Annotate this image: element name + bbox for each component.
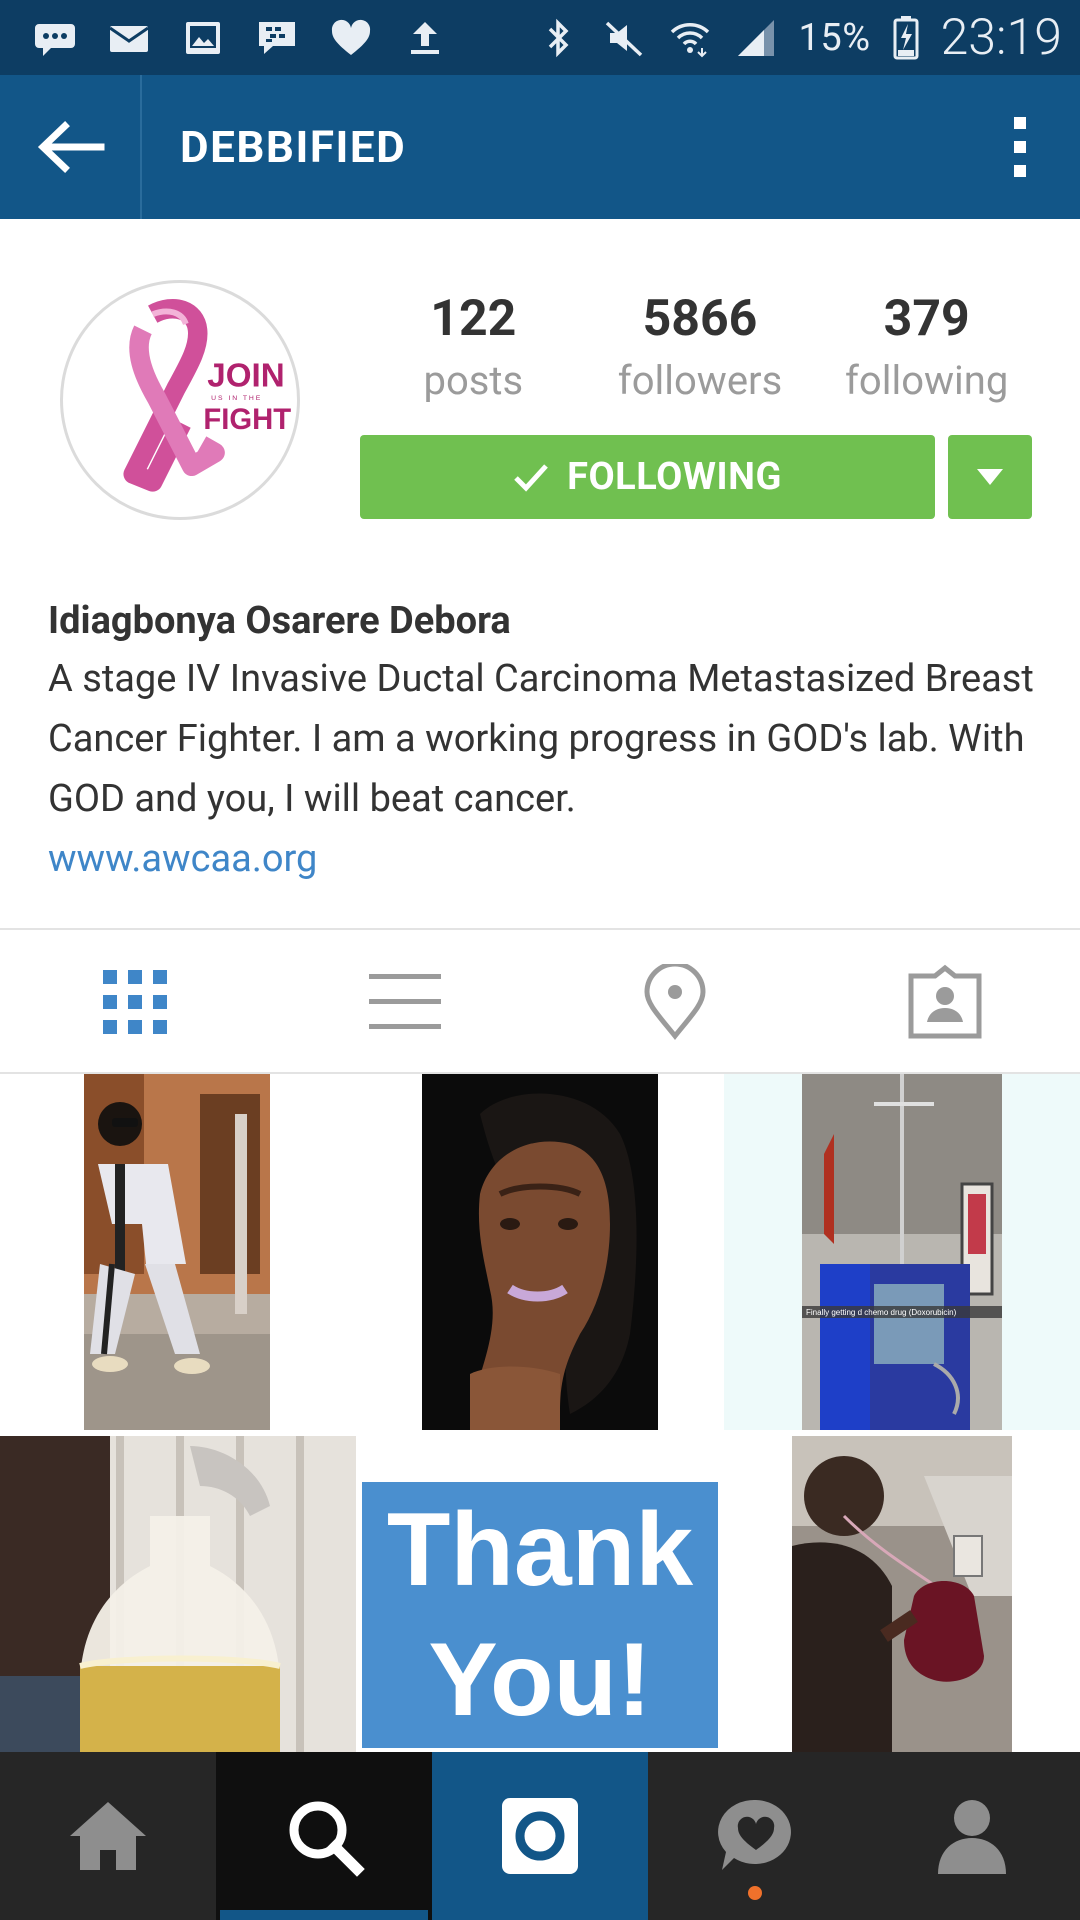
post-image-iv-drip: Finally getting d chemo drug (Doxorubici… [802, 1074, 1002, 1430]
back-arrow-icon [37, 121, 105, 173]
posts-grid: Finally getting d chemo drug (Doxorubici… [0, 1074, 1080, 1752]
caret-down-icon [977, 469, 1003, 485]
upload-icon [402, 18, 448, 58]
pink-ribbon-logo: JOIN US IN THE FIGHT [123, 298, 291, 492]
post-image-blood-bag [792, 1436, 1012, 1752]
search-icon [289, 1801, 365, 1877]
bluetooth-icon [535, 18, 581, 58]
wifi-icon [667, 18, 713, 58]
heart-icon [328, 18, 374, 58]
iv-caption: Finally getting d chemo drug (Doxorubici… [806, 1308, 957, 1317]
following-label: following [845, 357, 1009, 404]
checkmark-icon [514, 464, 548, 492]
website-link[interactable]: www.awcaa.org [48, 829, 1048, 889]
home-icon [70, 1802, 146, 1870]
post-thumbnail[interactable] [0, 1074, 356, 1430]
tab-location[interactable] [540, 932, 810, 1072]
camera-icon [502, 1798, 578, 1874]
post-thumbnail[interactable]: Finally getting d chemo drug (Doxorubici… [724, 1074, 1080, 1430]
logo-text-join: JOIN [207, 357, 284, 394]
post-image-drainage-jug [0, 1436, 356, 1752]
bottom-navigation [0, 1752, 1080, 1920]
post-image-person-sitting [84, 1074, 270, 1430]
stat-following[interactable]: 379 following [813, 285, 1040, 415]
suggested-users-dropdown[interactable] [948, 435, 1032, 519]
logo-text-small: US IN THE [211, 395, 262, 402]
following-count: 379 [883, 290, 970, 348]
battery-percent: 15% [798, 15, 871, 60]
grid-icon [103, 970, 167, 1034]
location-pin-icon [644, 964, 706, 1040]
followers-count: 5866 [642, 290, 758, 348]
nav-home[interactable] [0, 1752, 216, 1920]
profile-tabs [0, 932, 1080, 1072]
profile-icon [938, 1800, 1006, 1874]
clock: 23:19 [940, 8, 1062, 67]
posts-count: 122 [430, 290, 517, 348]
avatar[interactable]: JOIN US IN THE FIGHT [60, 280, 300, 520]
following-button[interactable]: FOLLOWING [360, 435, 935, 519]
tab-list[interactable] [270, 932, 540, 1072]
thank-you-line2: You! [428, 1622, 652, 1738]
back-button[interactable] [0, 75, 142, 219]
post-image-portrait [422, 1074, 658, 1430]
bio-text: A stage IV Invasive Ductal Carcinoma Met… [48, 657, 1034, 821]
followers-label: followers [617, 357, 783, 404]
full-name: Idiagbonya Osarere Debora [48, 599, 511, 643]
post-thumbnail[interactable] [360, 1074, 720, 1430]
tagged-photos-icon [908, 964, 982, 1039]
notification-dot [748, 1886, 762, 1900]
list-icon [369, 974, 441, 1029]
tab-tagged[interactable] [810, 932, 1080, 1072]
following-button-label: FOLLOWING [567, 455, 782, 499]
message-icon [32, 18, 78, 58]
stat-posts[interactable]: 122 posts [360, 285, 587, 415]
page-title: DEBBIFIED [180, 121, 407, 173]
nav-camera[interactable] [432, 1752, 648, 1920]
profile-stats: 122 posts 5866 followers 379 following [360, 285, 1040, 415]
nav-profile[interactable] [864, 1752, 1080, 1920]
signal-icon [733, 18, 779, 58]
post-thumbnail-thank-you[interactable]: Thank You! [362, 1482, 718, 1748]
divider [0, 928, 1080, 930]
activity-heart-icon [718, 1799, 791, 1870]
bbm-icon [254, 18, 300, 58]
app-bar: DEBBIFIED [0, 75, 1080, 219]
mute-icon [601, 18, 647, 58]
mail-icon [106, 18, 152, 58]
more-options-button[interactable] [960, 75, 1080, 219]
nav-search[interactable] [216, 1752, 432, 1920]
stat-followers[interactable]: 5866 followers [587, 285, 814, 415]
gallery-icon [180, 18, 226, 58]
logo-text-fight: FIGHT [203, 404, 291, 436]
post-thumbnail[interactable] [0, 1436, 356, 1752]
post-thumbnail[interactable] [724, 1436, 1080, 1752]
thank-you-line1: Thank [386, 1492, 694, 1608]
profile-bio: Idiagbonya Osarere Debora A stage IV Inv… [48, 595, 1048, 889]
more-vertical-icon [1014, 117, 1026, 177]
posts-label: posts [423, 357, 524, 404]
status-bar: 15% 23:19 [0, 0, 1080, 75]
battery-icon [891, 15, 921, 59]
tab-grid[interactable] [0, 932, 270, 1072]
